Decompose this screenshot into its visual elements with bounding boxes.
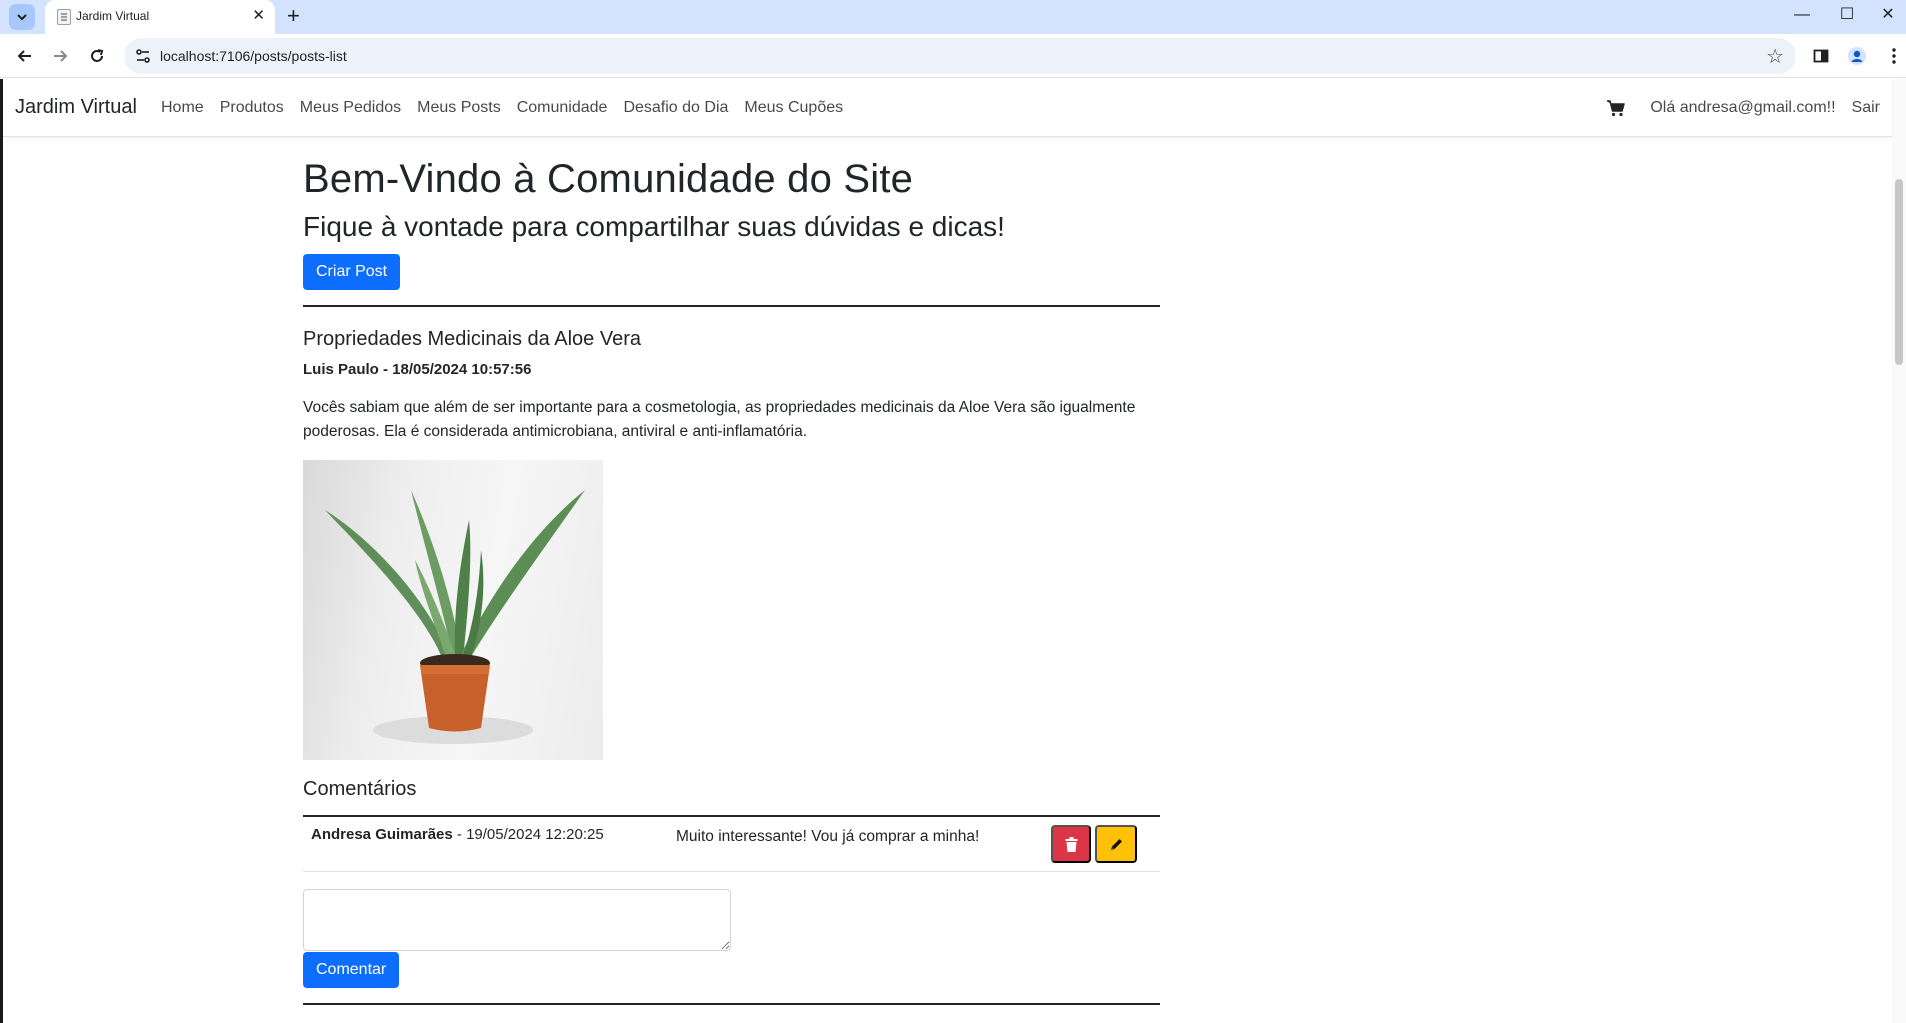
browser-toolbar: localhost:7106/posts/posts-list ☆ [0,34,1906,78]
page-scrollbar[interactable] [1892,79,1906,1023]
trash-icon [1065,836,1077,852]
url-text: localhost:7106/posts/posts-list [160,48,347,64]
nav-links: Home Produtos Meus Pedidos Meus Posts Co… [161,99,859,117]
post-image [303,460,603,760]
minimize-icon[interactable]: — [1780,4,1824,26]
nav-user-area: Olá andresa@gmail.com!! Sair [1606,99,1880,117]
post-title: Propriedades Medicinais da Aloe Vera [303,328,641,350]
tab-title: Jardim Virtual [76,9,150,23]
create-post-button[interactable]: Criar Post [303,254,401,290]
community-content: Bem-Vindo à Comunidade do Site Fique à v… [303,150,1160,1005]
nav-link-comunidade[interactable]: Comunidade [517,99,608,117]
page-subtitle: Fique à vontade para compartilhar suas d… [303,211,1005,242]
cart-icon[interactable] [1606,99,1626,117]
nav-link-meus-posts[interactable]: Meus Posts [417,99,501,117]
user-greeting[interactable]: Olá andresa@gmail.com!! [1650,99,1835,117]
post-author-date: Luis Paulo - 18/05/2024 10:57:56 [303,361,532,378]
page-title: Bem-Vindo à Comunidade do Site [303,157,914,201]
site-brand[interactable]: Jardim Virtual [15,96,137,119]
browser-menu-icon[interactable] [1883,45,1905,67]
page-favicon-icon [57,9,71,25]
nav-link-meus-pedidos[interactable]: Meus Pedidos [300,99,401,117]
browser-tab[interactable]: Jardim Virtual ✕ [45,0,275,34]
browser-tab-strip: Jardim Virtual ✕ + — ☐ ✕ [0,0,1906,34]
delete-comment-button[interactable] [1051,825,1091,863]
back-icon[interactable] [13,44,37,68]
post-divider [303,1003,1160,1005]
comment-input[interactable] [303,889,731,951]
tab-search-button[interactable] [9,4,35,30]
nav-link-meus-cupoes[interactable]: Meus Cupões [744,99,843,117]
scrollbar-thumb[interactable] [1895,179,1903,365]
post-body: Vocês sabiam que além de ser importante … [303,399,1136,440]
maximize-icon[interactable]: ☐ [1825,4,1869,26]
nav-link-produtos[interactable]: Produtos [220,99,284,117]
comment-author: Andresa Guimarães [311,826,453,843]
forward-icon[interactable] [48,44,72,68]
nav-link-desafio-do-dia[interactable]: Desafio do Dia [623,99,728,117]
new-tab-icon[interactable]: + [287,3,300,29]
post-card: Propriedades Medicinais da Aloe Vera Lui… [303,327,1160,1005]
edit-comment-button[interactable] [1095,825,1137,863]
comment-text: Muito interessante! Vou já comprar a min… [676,828,980,845]
nav-link-home[interactable]: Home [161,99,204,117]
side-panel-icon[interactable] [1810,45,1832,67]
site-navbar: Jardim Virtual Home Produtos Meus Pedido… [3,79,1892,137]
comments-heading: Comentários [303,778,417,800]
close-tab-icon[interactable]: ✕ [252,7,265,25]
aloe-vera-plant-illustration [325,490,585,744]
comment-author-date: Andresa Guimarães - 19/05/2024 12:20:25 [311,826,604,843]
bookmark-star-icon[interactable]: ☆ [1766,44,1784,69]
comment-row: Andresa Guimarães - 19/05/2024 12:20:25 … [303,815,1160,872]
pencil-icon [1110,838,1122,850]
reload-icon[interactable] [85,44,109,68]
submit-comment-button[interactable]: Comentar [303,952,400,988]
profile-avatar-icon[interactable] [1846,45,1868,67]
close-window-icon[interactable]: ✕ [1866,4,1906,26]
chevron-down-icon [17,14,27,21]
logout-link[interactable]: Sair [1852,99,1880,117]
window-edge [0,79,3,1023]
section-divider [303,305,1160,307]
address-bar[interactable]: localhost:7106/posts/posts-list ☆ [124,38,1796,74]
site-info-icon[interactable] [134,47,152,65]
comment-date: - 19/05/2024 12:20:25 [452,826,604,843]
